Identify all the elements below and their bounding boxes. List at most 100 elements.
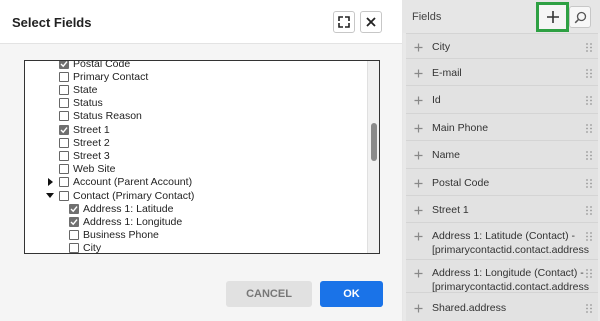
drag-handle-icon[interactable]	[586, 124, 592, 133]
close-icon	[366, 17, 376, 27]
tree-item[interactable]: Street 2	[59, 136, 110, 149]
tree-item-checkbox[interactable]	[59, 150, 69, 161]
drag-handle-icon[interactable]	[586, 304, 592, 313]
caret-right-icon[interactable]	[46, 177, 54, 186]
tree-item-checkbox[interactable]	[59, 84, 69, 95]
tree-item[interactable]: Status	[59, 97, 103, 110]
tree-item[interactable]: Address 1: Longitude	[69, 215, 182, 228]
tree-item[interactable]: State	[59, 83, 98, 96]
dialog-body: Postal Code Primary Contact State Status Sta…	[0, 44, 402, 276]
tree-item-checkbox[interactable]	[59, 111, 69, 122]
plus-icon	[414, 69, 423, 78]
tree-item-checkbox[interactable]	[59, 98, 69, 109]
tree-item-label: Postal Code	[73, 60, 131, 70]
tree-item-checkbox[interactable]	[69, 216, 79, 227]
field-item[interactable]: Main Phone	[406, 113, 598, 140]
plus-icon	[414, 304, 423, 313]
drag-handle-icon[interactable]	[586, 43, 592, 52]
tree-item-checkbox[interactable]	[69, 230, 79, 241]
field-item-label: Address 1: Latitude (Contact) - [primary…	[432, 230, 589, 256]
field-item-label: E-mail	[432, 67, 462, 79]
tree-item[interactable]: Contact (Primary Contact)	[46, 189, 195, 202]
field-tree[interactable]: Postal Code Primary Contact State Status Sta…	[24, 60, 380, 254]
checkmark-icon	[70, 219, 78, 226]
tree-item[interactable]: Web Site	[59, 163, 115, 176]
tree-item-checkbox[interactable]	[59, 177, 69, 188]
field-item-label: Name	[432, 149, 461, 161]
field-item-label: City	[432, 41, 451, 53]
tree-item[interactable]: Primary Contact	[59, 70, 148, 83]
tree-item-label: Address 1: Longitude	[83, 215, 183, 228]
drag-handle-icon[interactable]	[586, 179, 592, 188]
tree-item-checkbox[interactable]	[59, 190, 69, 201]
field-item[interactable]: Postal Code	[406, 168, 598, 195]
tree-item-label: Status	[73, 97, 103, 110]
tree-scrollbar[interactable]	[367, 61, 379, 253]
tree-item[interactable]: Address 1: Latitude	[69, 202, 173, 215]
tree-item-label: Street 2	[73, 136, 110, 149]
fields-panel: Fields City E-mail Id Main Phone Name Postal …	[403, 0, 600, 321]
tree-item[interactable]: Street 3	[59, 149, 110, 162]
tree-item-label: City	[83, 242, 102, 254]
drag-handle-icon[interactable]	[586, 206, 592, 215]
dialog-title: Select Fields	[12, 15, 92, 30]
cancel-button[interactable]: CANCEL	[226, 281, 312, 307]
drag-handle-icon[interactable]	[586, 232, 592, 241]
tree-item-checkbox[interactable]	[69, 243, 79, 253]
tree-item[interactable]: City	[69, 242, 102, 254]
tree-item[interactable]: Account (Parent Account)	[48, 176, 193, 189]
field-item[interactable]: Address 1: Latitude (Contact) - [primary…	[406, 222, 598, 259]
close-button[interactable]	[360, 11, 382, 33]
plus-icon	[414, 179, 423, 188]
field-item[interactable]: Address 1: Longitude (Contact) - [primar…	[406, 259, 598, 293]
expand-button[interactable]	[333, 11, 355, 33]
field-item[interactable]: Id	[406, 85, 598, 113]
caret-down-icon[interactable]	[46, 191, 54, 199]
drag-handle-icon[interactable]	[586, 151, 592, 160]
tree-item-label: Contact (Primary Contact)	[73, 189, 195, 202]
tree-item[interactable]: Postal Code	[59, 60, 131, 70]
tree-item[interactable]: Business Phone	[69, 229, 159, 242]
field-item[interactable]: Street 1	[406, 195, 598, 222]
tree-item[interactable]: Status Reason	[59, 110, 142, 123]
tree-scroll-thumb[interactable]	[371, 123, 377, 161]
plus-icon	[414, 96, 423, 105]
add-field-button[interactable]	[536, 2, 569, 32]
checkmark-icon	[60, 61, 68, 67]
field-item[interactable]: Name	[406, 140, 598, 168]
dialog-footer: CANCEL OK	[0, 276, 402, 321]
plus-icon	[546, 11, 559, 23]
ok-button[interactable]: OK	[320, 281, 383, 307]
plus-icon	[414, 232, 423, 241]
plus-icon	[414, 124, 423, 133]
tree-item-checkbox[interactable]	[59, 61, 69, 69]
tree-item-checkbox[interactable]	[59, 164, 69, 175]
tree-item-checkbox[interactable]	[69, 203, 79, 214]
search-button[interactable]	[569, 6, 591, 28]
field-item[interactable]: City	[406, 33, 598, 58]
field-item[interactable]: Shared.address	[406, 292, 598, 321]
plus-icon	[414, 43, 423, 52]
expand-icon	[338, 16, 350, 28]
field-item-label: Shared.address	[432, 302, 507, 314]
tree-item-label: Street 1	[73, 123, 110, 136]
drag-handle-icon[interactable]	[586, 96, 592, 105]
field-item-label: Address 1: Longitude (Contact) - [primar…	[432, 267, 589, 293]
tree-item-label: State	[73, 83, 98, 96]
field-item[interactable]: E-mail	[406, 58, 598, 85]
checkmark-icon	[70, 205, 78, 212]
checkmark-icon	[60, 126, 68, 133]
fields-panel-header: Fields	[403, 0, 600, 33]
tree-item-checkbox[interactable]	[59, 137, 69, 148]
drag-handle-icon[interactable]	[586, 269, 592, 278]
tree-item-checkbox[interactable]	[59, 71, 69, 82]
tree-item-checkbox[interactable]	[59, 124, 69, 135]
drag-handle-icon[interactable]	[586, 69, 592, 78]
tree-item-label: Web Site	[73, 163, 116, 176]
plus-icon	[414, 151, 423, 160]
tree-item-label: Primary Contact	[73, 70, 149, 83]
tree-item-label: Street 3	[73, 149, 110, 162]
tree-item[interactable]: Street 1	[59, 123, 110, 136]
tree-item-label: Account (Parent Account)	[73, 176, 193, 189]
plus-icon	[414, 206, 423, 215]
